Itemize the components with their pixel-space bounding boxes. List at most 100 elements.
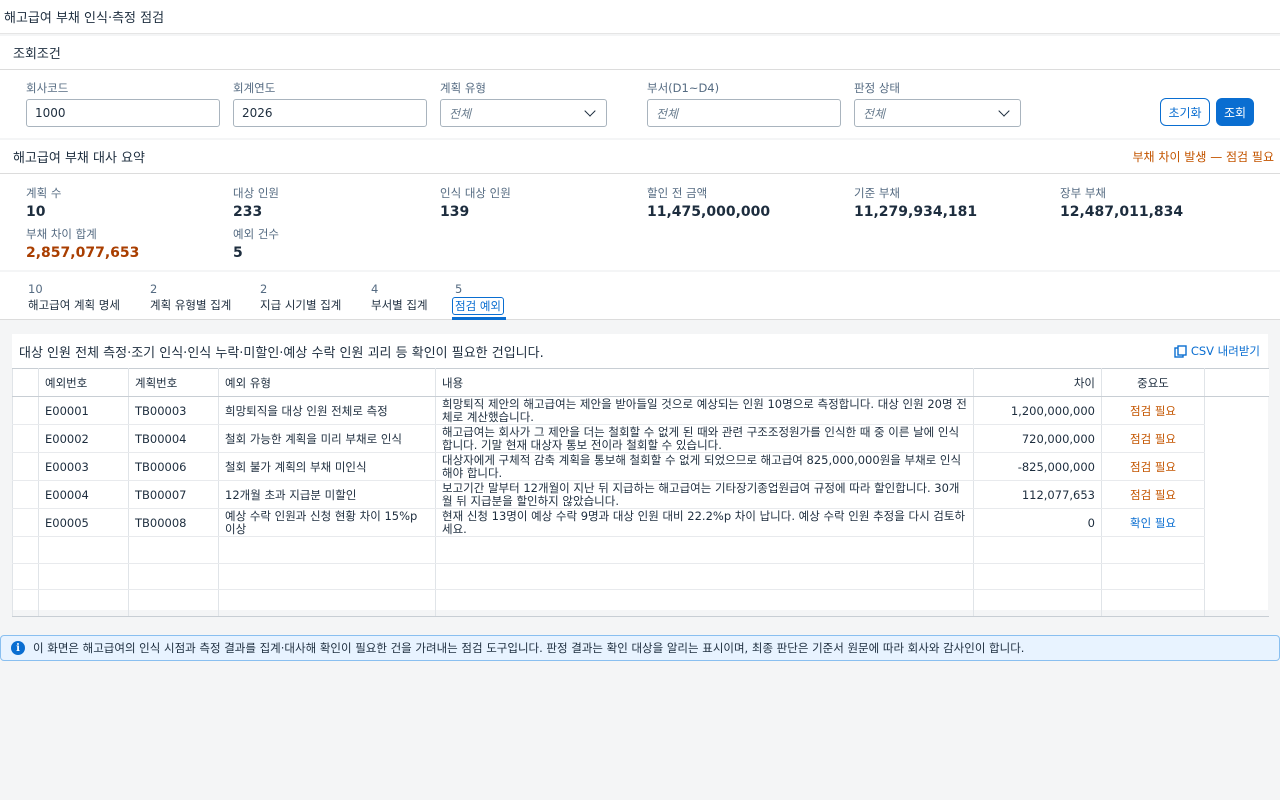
empty-cell: [128, 563, 219, 590]
tab-exceptions[interactable]: 5 점검 예외: [452, 282, 504, 315]
filter-section-title: 조회조건: [0, 36, 1280, 70]
tab-by-payment-timing[interactable]: 2 지급 시기별 집계: [260, 282, 341, 313]
department-input[interactable]: 전체: [647, 99, 841, 127]
exception-diff: 720,000,000: [973, 424, 1102, 453]
fiscal-year-input[interactable]: 2026: [233, 99, 427, 127]
column-header[interactable]: 예외 유형: [218, 368, 436, 397]
kpi-value: 10: [26, 204, 46, 220]
info-notice: i 이 화면은 해고급여의 인식 시점과 측정 결과를 집계·대사해 확인이 필…: [0, 635, 1280, 661]
importance-link[interactable]: 점검 필요: [1101, 396, 1205, 425]
info-icon: i: [11, 641, 25, 655]
filler-cell: [1204, 452, 1269, 481]
kpi-recognized-headcount: 인식 대상 인원 139: [440, 185, 511, 220]
filler-cell: [1204, 563, 1269, 590]
exception-content: 해고급여는 회사가 그 제안을 더는 철회할 수 없게 된 때와 관련 구조조정…: [435, 424, 974, 453]
table-header-row: 예외번호 계획번호 예외 유형 내용 차이 중요도: [12, 368, 1269, 397]
empty-cell: [218, 563, 436, 590]
exceptions-card: 대상 인원 전체 측정·조기 인식·인식 누락·미할인·예상 수락 인원 괴리 …: [12, 334, 1269, 617]
exception-id: E00004: [38, 480, 129, 509]
company-code-value: 1000: [35, 106, 66, 120]
kpi-label: 계획 수: [26, 186, 62, 200]
row-selector[interactable]: [12, 452, 39, 481]
page-title: 해고급여 부채 인식·측정 점검: [0, 0, 1280, 34]
kpi-undiscounted-amount: 할인 전 금액 11,475,000,000: [647, 185, 770, 220]
column-header[interactable]: 중요도: [1101, 368, 1205, 397]
exception-content: 현재 신청 13명이 예상 수락 9명과 대상 인원 대비 22.2%p 차이 …: [435, 508, 974, 537]
row-selector[interactable]: [12, 480, 39, 509]
exception-diff: 112,077,653: [973, 480, 1102, 509]
department-placeholder: 전체: [656, 106, 679, 121]
exception-id: E00005: [38, 508, 129, 537]
tab-label: 점검 예외: [452, 297, 504, 315]
plan-type-value: 전체: [449, 106, 472, 121]
kpi-value: 5: [233, 245, 243, 261]
judgement-status-label: 판정 상태: [854, 81, 900, 95]
chevron-down-icon: [998, 105, 1010, 117]
exceptions-title: 대상 인원 전체 측정·조기 인식·인식 누락·미할인·예상 수락 인원 괴리 …: [19, 345, 544, 361]
empty-row: [12, 563, 1269, 590]
judgement-status-select[interactable]: 전체: [854, 99, 1021, 127]
table-row[interactable]: E00003 TB00006 철회 불가 계획의 부채 미인식 대상자에게 구체…: [12, 452, 1269, 481]
exception-type: 희망퇴직을 대상 인원 전체로 측정: [218, 396, 436, 425]
row-selector[interactable]: [12, 424, 39, 453]
column-header[interactable]: 예외번호: [38, 368, 129, 397]
tab-by-plan-type[interactable]: 2 계획 유형별 집계: [150, 282, 231, 313]
csv-download-button[interactable]: CSV 내려받기: [1174, 343, 1260, 359]
exception-id: E00002: [38, 424, 129, 453]
tab-count: 4: [371, 282, 379, 296]
empty-cell: [128, 589, 219, 617]
column-header[interactable]: 계획번호: [128, 368, 219, 397]
importance-link[interactable]: 점검 필요: [1101, 452, 1205, 481]
table-row[interactable]: E00001 TB00003 희망퇴직을 대상 인원 전체로 측정 희망퇴직 제…: [12, 396, 1269, 425]
table-row[interactable]: E00004 TB00007 12개월 초과 지급분 미할인 보고기간 말부터 …: [12, 480, 1269, 509]
empty-cell: [218, 536, 436, 564]
summary-panel: 해고급여 부채 대사 요약 부채 차이 발생 — 점검 필요 계획 수 10 대상…: [0, 140, 1280, 270]
exception-diff: 0: [973, 508, 1102, 537]
tab-plan-details[interactable]: 10 해고급여 계획 명세: [28, 282, 120, 313]
empty-cell: [1101, 563, 1205, 590]
plan-type-select[interactable]: 전체: [440, 99, 607, 127]
empty-cell: [973, 589, 1102, 617]
empty-cell: [38, 589, 129, 617]
kpi-value: 2,857,077,653: [26, 245, 140, 261]
plan-id: TB00008: [128, 508, 219, 537]
empty-cell: [973, 536, 1102, 564]
tab-label: 계획 유형별 집계: [150, 298, 232, 312]
empty-cell: [973, 563, 1102, 590]
row-selector[interactable]: [12, 396, 39, 425]
empty-cell: [435, 536, 974, 564]
empty-cell: [38, 563, 129, 590]
empty-cell: [12, 563, 39, 590]
judgement-status-value: 전체: [863, 106, 886, 121]
tab-bar: 10 해고급여 계획 명세 2 계획 유형별 집계 2 지급 시기별 집계 4 부서별 …: [0, 272, 1280, 320]
empty-cell: [38, 536, 129, 564]
exception-content: 희망퇴직 제안의 해고급여는 제안을 받아들일 것으로 예상되는 인원 10명으…: [435, 396, 974, 425]
reset-button[interactable]: 초기화: [1160, 98, 1210, 126]
tab-count: 2: [150, 282, 158, 296]
exceptions-header: 대상 인원 전체 측정·조기 인식·인식 누락·미할인·예상 수락 인원 괴리 …: [12, 334, 1268, 368]
filler-cell: [1204, 589, 1269, 617]
empty-cell: [12, 536, 39, 564]
search-button[interactable]: 조회: [1216, 98, 1254, 126]
kpi-plan-count: 계획 수 10: [26, 185, 61, 220]
table-row[interactable]: E00002 TB00004 철회 가능한 계획을 미리 부채로 인식 해고급여…: [12, 424, 1269, 453]
exception-type: 철회 가능한 계획을 미리 부채로 인식: [218, 424, 436, 453]
importance-link[interactable]: 점검 필요: [1101, 480, 1205, 509]
tab-by-department[interactable]: 4 부서별 집계: [371, 282, 428, 313]
company-code-input[interactable]: 1000: [26, 99, 220, 127]
importance-link[interactable]: 점검 필요: [1101, 424, 1205, 453]
filler-cell: [1204, 536, 1269, 563]
exception-type: 철회 불가 계획의 부채 미인식: [218, 452, 436, 481]
plan-id: TB00007: [128, 480, 219, 509]
kpi-exception-count: 예외 건수 5: [233, 226, 279, 261]
row-selector[interactable]: [12, 508, 39, 537]
importance-link[interactable]: 확인 필요: [1101, 508, 1205, 537]
column-header[interactable]: 내용: [435, 368, 974, 397]
summary-title: 해고급여 부채 대사 요약: [13, 151, 145, 166]
exception-content: 보고기간 말부터 12개월이 지난 뒤 지급하는 해고급여는 기타장기종업원급여…: [435, 480, 974, 509]
empty-cell: [1101, 589, 1205, 617]
chevron-down-icon: [584, 105, 596, 117]
column-header[interactable]: 차이: [973, 368, 1102, 397]
table-row[interactable]: E00005 TB00008 예상 수락 인원과 신청 현황 차이 15%p 이…: [12, 508, 1269, 537]
kpi-label: 대상 인원: [233, 186, 279, 200]
